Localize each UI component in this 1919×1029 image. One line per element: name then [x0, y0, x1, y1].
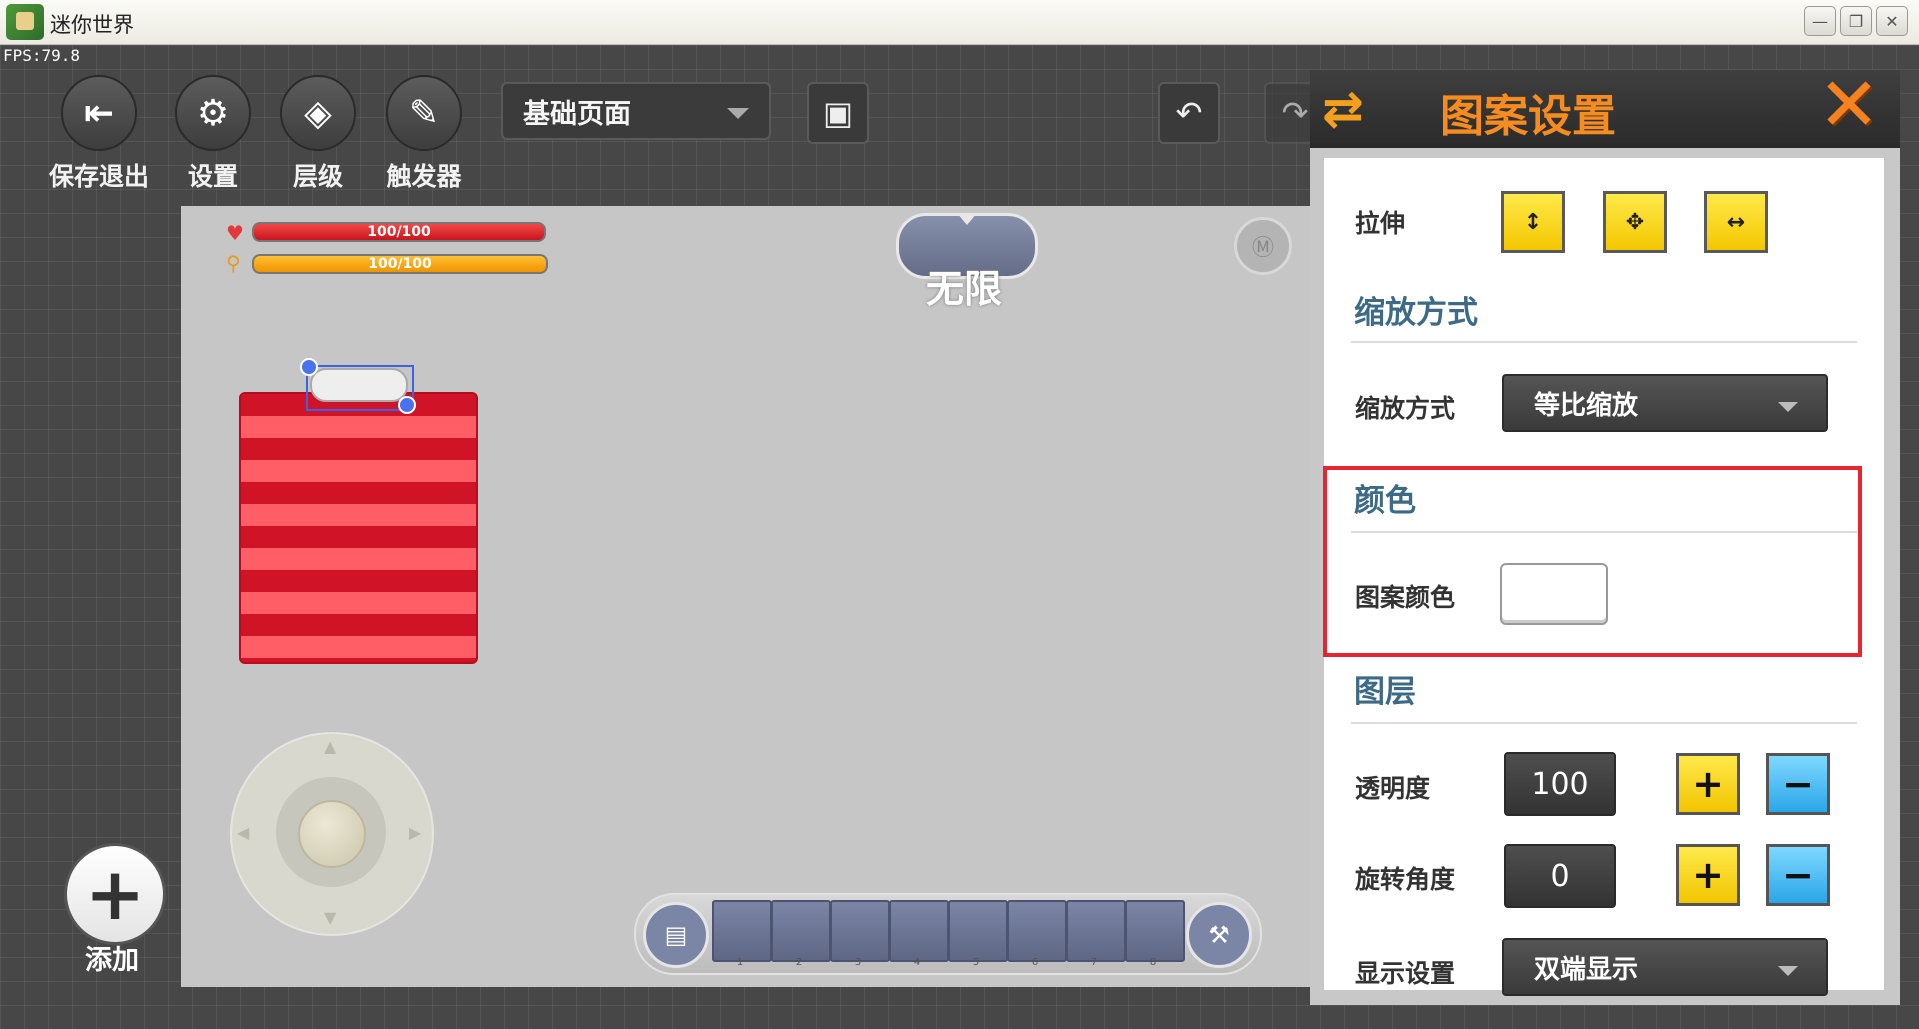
- backpack-icon[interactable]: Ⓜ: [1234, 217, 1292, 275]
- health-bar[interactable]: 100/100: [252, 222, 546, 242]
- save-exit-button[interactable]: ⇤ 保存退出: [49, 75, 149, 193]
- scale-section-title: 缩放方式: [1354, 295, 1478, 331]
- arrow-down-icon: ▼: [324, 908, 337, 927]
- chevron-down-icon: [727, 108, 749, 119]
- minimize-button[interactable]: —: [1804, 6, 1836, 36]
- rotation-input[interactable]: 0: [1504, 844, 1616, 908]
- joystick-knob[interactable]: [298, 800, 366, 868]
- opacity-increase-button[interactable]: +: [1676, 753, 1740, 815]
- pattern-element[interactable]: [239, 392, 478, 664]
- close-panel-button[interactable]: ✕: [1818, 68, 1880, 142]
- hotbar-slot[interactable]: [948, 900, 1008, 962]
- rotation-label: 旋转角度: [1355, 865, 1456, 894]
- hotbar-slot[interactable]: [771, 900, 831, 962]
- settings-label: 设置: [187, 162, 238, 191]
- highlight-annotation: [1323, 466, 1862, 657]
- panel-title: 图案设置: [1440, 91, 1616, 142]
- health-value: 100/100: [367, 224, 431, 240]
- opacity-decrease-button[interactable]: −: [1766, 753, 1830, 815]
- trigger-button[interactable]: ✎ 触发器: [374, 75, 474, 193]
- opacity-value: 100: [1531, 766, 1589, 802]
- display-setting-dropdown[interactable]: 双端显示: [1502, 938, 1828, 996]
- hunger-value: 100/100: [368, 256, 432, 272]
- save-exit-label: 保存退出: [49, 162, 150, 191]
- gear-icon: ⚙: [175, 75, 251, 151]
- resize-handle-top-left[interactable]: [300, 358, 318, 376]
- page-manage-button[interactable]: ▣: [807, 82, 869, 144]
- slot-number: 8: [1149, 957, 1157, 968]
- chevron-down-icon: [1778, 966, 1798, 976]
- arrow-right-icon: ▶: [409, 823, 422, 842]
- heart-icon: ♥: [226, 221, 244, 245]
- display-setting-label: 显示设置: [1355, 959, 1456, 988]
- hotbar-backpack-icon[interactable]: ▤: [643, 902, 709, 968]
- window-titlebar: [0, 0, 1919, 45]
- stretch-vertical-button[interactable]: ↕: [1501, 191, 1565, 253]
- layers-label: 层级: [292, 162, 343, 191]
- exit-icon: ⇤: [61, 75, 137, 151]
- layers-icon: ◈: [280, 75, 356, 151]
- stretch-label: 拉伸: [1355, 209, 1406, 238]
- page-dropdown-value: 基础页面: [523, 98, 631, 130]
- slot-number: 6: [1031, 957, 1039, 968]
- document-icon: ▣: [822, 94, 854, 132]
- scale-mode-value: 等比缩放: [1534, 390, 1639, 421]
- stretch-horizontal-button[interactable]: ↔: [1704, 191, 1768, 253]
- slot-number: 5: [972, 957, 980, 968]
- window-title: 迷你世界: [50, 13, 134, 37]
- page-dropdown[interactable]: 基础页面: [501, 82, 771, 140]
- arrows-all-icon: ✥: [1625, 209, 1645, 235]
- rotation-value: 0: [1550, 858, 1570, 894]
- hotbar-slot[interactable]: [712, 900, 772, 962]
- arrow-up-icon: ▲: [324, 737, 337, 756]
- resize-handle-bottom-right[interactable]: [398, 396, 416, 414]
- hotbar-slot[interactable]: [1066, 900, 1126, 962]
- hotbar-slot[interactable]: [889, 900, 949, 962]
- hunger-bar[interactable]: 100/100: [252, 254, 548, 274]
- drumstick-icon: ⚲: [226, 251, 241, 275]
- scale-mode-dropdown[interactable]: 等比缩放: [1502, 374, 1828, 432]
- opacity-input[interactable]: 100: [1504, 752, 1616, 816]
- swap-icon[interactable]: ⇄: [1322, 80, 1364, 138]
- hotbar-slot[interactable]: [1125, 900, 1185, 962]
- redo-icon: ↷: [1281, 94, 1309, 132]
- layer-section-title: 图层: [1354, 674, 1416, 710]
- divider: [1351, 722, 1857, 724]
- app-logo-icon: [6, 4, 44, 40]
- slot-number: 1: [736, 957, 744, 968]
- restore-button[interactable]: ❐: [1840, 6, 1872, 36]
- hotbar-slot[interactable]: [1007, 900, 1067, 962]
- opacity-label: 透明度: [1355, 774, 1431, 803]
- undo-button[interactable]: ↶: [1158, 82, 1220, 144]
- display-setting-value: 双端显示: [1534, 954, 1639, 985]
- edit-icon: ✎: [386, 75, 462, 151]
- fps-counter: FPS:79.8: [3, 46, 81, 65]
- scale-mode-label: 缩放方式: [1355, 394, 1456, 423]
- arrows-horizontal-icon: ↔: [1726, 209, 1746, 235]
- slot-number: 4: [913, 957, 921, 968]
- undo-icon: ↶: [1175, 94, 1203, 132]
- chevron-down-icon: [1778, 402, 1798, 412]
- slot-number: 2: [795, 957, 803, 968]
- stretch-all-button[interactable]: ✥: [1603, 191, 1667, 253]
- layers-button[interactable]: ◈ 层级: [268, 75, 368, 193]
- arrows-vertical-icon: ↕: [1523, 209, 1543, 235]
- rotation-increase-button[interactable]: +: [1676, 844, 1740, 906]
- add-label: 添加: [85, 945, 139, 976]
- add-element-button[interactable]: +: [64, 843, 166, 945]
- hotbar-craft-icon[interactable]: ⚒: [1186, 902, 1252, 968]
- arrow-left-icon: ◀: [237, 823, 250, 842]
- settings-button[interactable]: ⚙ 设置: [163, 75, 263, 193]
- rotation-decrease-button[interactable]: −: [1766, 844, 1830, 906]
- slot-number: 3: [854, 957, 862, 968]
- trigger-label: 触发器: [386, 162, 462, 191]
- divider: [1351, 341, 1857, 343]
- slot-number: 7: [1090, 957, 1098, 968]
- hotbar-slot[interactable]: [830, 900, 890, 962]
- close-window-button[interactable]: ✕: [1876, 6, 1908, 36]
- mode-label: 无限: [925, 267, 1002, 311]
